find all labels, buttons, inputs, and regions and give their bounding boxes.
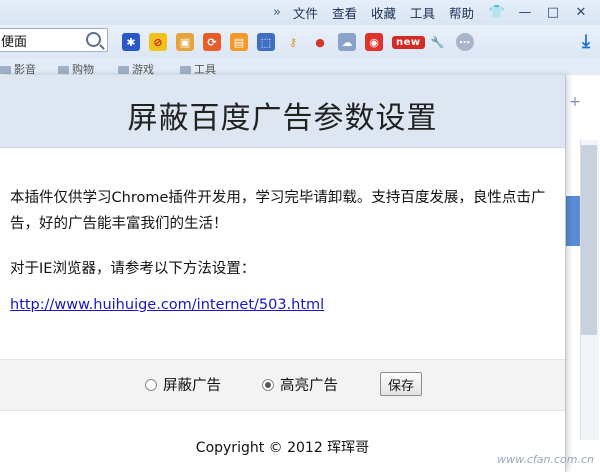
help-link[interactable]: http://www.huihuige.com/internet/503.htm… — [10, 297, 324, 313]
settings-form: 屏蔽广告 高亮广告 保存 — [0, 359, 565, 411]
extension-popup: 屏蔽百度广告参数设置 本插件仅供学习Chrome插件开发用，学习完毕请卸载。支持… — [0, 75, 566, 472]
folder-icon — [58, 66, 69, 74]
bookmark-folder[interactable]: 工具 — [180, 61, 216, 75]
wrench-icon[interactable]: 🔧 — [429, 33, 447, 51]
save-button[interactable]: 保存 — [380, 372, 422, 396]
search-box — [0, 28, 108, 52]
radio-highlight-ads-label: 高亮广告 — [280, 378, 338, 394]
weibo-icon[interactable]: ◉ — [365, 33, 383, 51]
bookmark-folder[interactable]: 购物 — [58, 61, 94, 75]
radio-block-ads[interactable]: 屏蔽广告 — [145, 374, 221, 395]
radio-highlight-ads-control[interactable] — [262, 378, 274, 391]
ie-note-text: 对于IE浏览器，请参考以下方法设置： — [10, 261, 256, 277]
maximize-icon[interactable]: □ — [544, 5, 562, 20]
skin-icon[interactable]: 👕 — [488, 5, 506, 20]
extension-icons: ✱ ⊘ ▣ ⟳ ▤ ⬚ ⚷ ● ☁ ◉ new 🔧 ⋯ — [122, 30, 483, 54]
new-badge[interactable]: new — [392, 35, 425, 49]
search-input[interactable] — [0, 29, 81, 51]
location-icon[interactable]: ● — [311, 33, 329, 51]
select-icon[interactable]: ⬚ — [257, 33, 275, 51]
popup-title: 屏蔽百度广告参数设置 — [127, 101, 438, 136]
minimize-icon[interactable]: — — [516, 5, 534, 20]
folder-icon — [0, 66, 11, 74]
menu-bar: » 文件 查看 收藏 工具 帮助 👕 — □ ✕ — [273, 0, 600, 24]
folder-icon — [180, 66, 191, 74]
more-icon[interactable]: ⋯ — [455, 33, 474, 51]
popup-header: 屏蔽百度广告参数设置 — [0, 75, 565, 148]
cloud-icon[interactable]: ☁ — [338, 33, 356, 51]
radio-block-ads-control[interactable] — [145, 378, 157, 391]
bookmarks-bar: 影音 购物 游戏 工具 — [0, 58, 600, 75]
close-icon[interactable]: ✕ — [572, 5, 590, 20]
search-icon[interactable] — [86, 32, 101, 47]
watermark: www.cfan.com.cn — [497, 453, 594, 466]
block-ad-icon[interactable]: ⊘ — [149, 33, 167, 51]
page-icon[interactable]: ▤ — [230, 33, 248, 51]
key-icon[interactable]: ⚷ — [284, 33, 302, 51]
new-tab-icon[interactable]: + — [567, 94, 583, 110]
menu-tools[interactable]: 工具 — [410, 3, 435, 22]
scrollbar-thumb[interactable] — [581, 145, 597, 335]
bookmark-folder[interactable]: 影音 — [0, 61, 36, 75]
bookmark-folder[interactable]: 游戏 — [118, 61, 154, 75]
page-blue-strip — [566, 196, 580, 246]
radio-block-ads-label: 屏蔽广告 — [163, 378, 221, 394]
radio-highlight-ads[interactable]: 高亮广告 — [262, 374, 338, 395]
menu-favorites[interactable]: 收藏 — [371, 3, 396, 22]
screenshot-icon[interactable]: ▣ — [176, 33, 194, 51]
toolbar: ✱ ⊘ ▣ ⟳ ▤ ⬚ ⚷ ● ☁ ◉ new 🔧 ⋯ ⤓ — [0, 25, 600, 58]
description-text: 本插件仅供学习Chrome插件开发用，学习完毕请卸载。支持百度发展，良性点击广告… — [10, 190, 546, 232]
menu-file[interactable]: 文件 — [293, 3, 318, 22]
copyright-text: Copyright © 2012 珲珲哥 — [195, 440, 370, 456]
extension-blue-icon[interactable]: ✱ — [122, 33, 140, 51]
more-chevron-icon[interactable]: » — [273, 5, 281, 20]
menu-view[interactable]: 查看 — [332, 3, 357, 22]
title-bar: » 文件 查看 收藏 工具 帮助 👕 — □ ✕ — [0, 0, 600, 25]
folder-icon — [118, 66, 129, 74]
download-icon[interactable]: ⤓ — [582, 31, 590, 52]
menu-help[interactable]: 帮助 — [449, 3, 474, 22]
sync-icon[interactable]: ⟳ — [203, 33, 221, 51]
